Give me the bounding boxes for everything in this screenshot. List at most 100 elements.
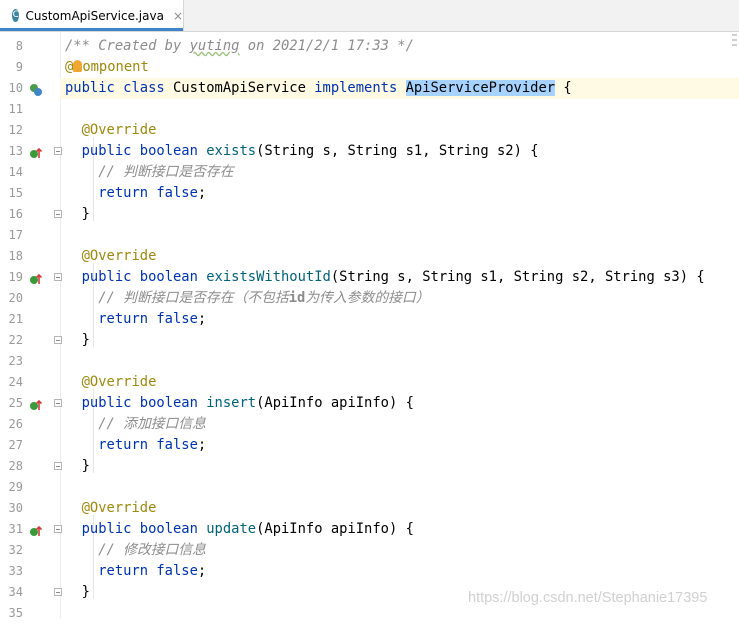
gutter-row: 21 bbox=[0, 309, 60, 330]
gutter-row: 18 bbox=[0, 246, 60, 267]
line-number[interactable]: 33 bbox=[0, 561, 23, 582]
line-number[interactable]: 13 bbox=[0, 141, 23, 162]
code-text: public boolean update(ApiInfo apiInfo) { bbox=[65, 519, 414, 540]
gutter-row: 12 bbox=[0, 120, 60, 141]
code-token: implements bbox=[314, 80, 406, 96]
gutter-row: 33 bbox=[0, 561, 60, 582]
code-line[interactable]: return false; bbox=[60, 309, 739, 330]
gutter-row: 26 bbox=[0, 414, 60, 435]
code-line[interactable]: @Override bbox=[60, 372, 739, 393]
code-line[interactable] bbox=[60, 99, 739, 120]
code-token: update bbox=[206, 521, 257, 537]
code-line[interactable]: /** Created by yuting on 2021/2/1 17:33 … bbox=[60, 36, 739, 57]
code-line[interactable]: public class CustomApiService implements… bbox=[60, 78, 739, 99]
code-line[interactable]: public boolean exists(String s, String s… bbox=[60, 141, 739, 162]
override-method-icon[interactable] bbox=[29, 271, 43, 285]
line-number[interactable]: 21 bbox=[0, 309, 23, 330]
editor-tab-customapiservice[interactable]: C CustomApiService.java × bbox=[0, 0, 184, 31]
line-number[interactable]: 12 bbox=[0, 120, 23, 141]
code-line[interactable] bbox=[60, 225, 739, 246]
gutter-row: 9 bbox=[0, 57, 60, 78]
code-line[interactable]: // 添加接口信息 bbox=[60, 414, 739, 435]
code-line[interactable]: return false; bbox=[60, 435, 739, 456]
code-line[interactable]: } bbox=[60, 204, 739, 225]
override-method-icon[interactable] bbox=[29, 145, 43, 159]
line-number[interactable]: 23 bbox=[0, 351, 23, 372]
lightbulb-icon[interactable] bbox=[73, 60, 83, 72]
code-token: (String s, String s1, String s2) { bbox=[256, 143, 539, 159]
line-number[interactable]: 15 bbox=[0, 183, 23, 204]
code-token: (String s, String s1, String s2, String … bbox=[330, 269, 705, 285]
code-line[interactable]: } bbox=[60, 330, 739, 351]
line-number[interactable]: 10 bbox=[0, 78, 23, 99]
line-number[interactable]: 8 bbox=[0, 36, 23, 57]
line-number[interactable]: 35 bbox=[0, 603, 23, 624]
line-number[interactable]: 26 bbox=[0, 414, 23, 435]
code-line[interactable] bbox=[60, 477, 739, 498]
class-impl-icon[interactable] bbox=[29, 82, 43, 96]
gutter-row: 15 bbox=[0, 183, 60, 204]
close-icon[interactable]: × bbox=[173, 9, 183, 23]
line-number[interactable]: 24 bbox=[0, 372, 23, 393]
code-line[interactable]: @Override bbox=[60, 246, 739, 267]
code-token: CustomApiService bbox=[172, 80, 315, 96]
line-number[interactable]: 29 bbox=[0, 477, 23, 498]
gutter-row: 19 bbox=[0, 267, 62, 288]
line-number[interactable]: 28 bbox=[0, 456, 23, 477]
code-token: id bbox=[288, 290, 306, 306]
code-token: insert bbox=[206, 395, 257, 411]
line-number[interactable]: 16 bbox=[0, 204, 23, 225]
code-line[interactable]: return false; bbox=[60, 183, 739, 204]
code-token: /** Created by bbox=[65, 38, 190, 54]
line-number[interactable]: 9 bbox=[0, 57, 23, 78]
code-text: // 判断接口是否存在（不包括id为传入参数的接口） bbox=[65, 288, 429, 309]
code-token: @Override bbox=[81, 248, 157, 264]
code-text: public boolean exists(String s, String s… bbox=[65, 141, 539, 162]
editor-tab-bar: C CustomApiService.java × bbox=[0, 0, 739, 32]
code-line[interactable]: // 判断接口是否存在（不包括id为传入参数的接口） bbox=[60, 288, 739, 309]
line-number[interactable]: 14 bbox=[0, 162, 23, 183]
code-text: // 修改接口信息 bbox=[65, 540, 206, 561]
gutter-row: 31 bbox=[0, 519, 62, 540]
line-number[interactable]: 32 bbox=[0, 540, 23, 561]
code-line[interactable]: } bbox=[60, 456, 739, 477]
code-line[interactable]: return false; bbox=[60, 561, 739, 582]
code-token: } bbox=[65, 332, 90, 348]
gutter-row: 28 bbox=[0, 456, 62, 477]
line-number[interactable]: 19 bbox=[0, 267, 23, 288]
code-line[interactable]: // 判断接口是否存在 bbox=[60, 162, 739, 183]
line-number[interactable]: 20 bbox=[0, 288, 23, 309]
code-text: return false; bbox=[65, 435, 206, 456]
line-number[interactable]: 34 bbox=[0, 582, 23, 603]
line-number[interactable]: 17 bbox=[0, 225, 23, 246]
line-number[interactable]: 18 bbox=[0, 246, 23, 267]
code-token: return false bbox=[98, 563, 198, 579]
code-token: existsWithoutId bbox=[206, 269, 331, 285]
gutter-row: 34 bbox=[0, 582, 62, 603]
code-line[interactable] bbox=[60, 351, 739, 372]
gutter-row: 14 bbox=[0, 162, 60, 183]
line-number[interactable]: 11 bbox=[0, 99, 23, 120]
code-token: public boolean bbox=[81, 521, 207, 537]
code-token: // 判断接口是否存在（不包括 bbox=[98, 290, 289, 306]
line-number[interactable]: 27 bbox=[0, 435, 23, 456]
code-line[interactable]: public boolean existsWithoutId(String s,… bbox=[60, 267, 739, 288]
line-number[interactable]: 31 bbox=[0, 519, 23, 540]
line-number[interactable]: 30 bbox=[0, 498, 23, 519]
line-number[interactable]: 25 bbox=[0, 393, 23, 414]
code-text: } bbox=[65, 330, 90, 351]
code-line[interactable] bbox=[60, 603, 739, 624]
override-method-icon[interactable] bbox=[29, 523, 43, 537]
line-number[interactable]: 22 bbox=[0, 330, 23, 351]
code-line[interactable]: @Override bbox=[60, 498, 739, 519]
code-line[interactable]: public boolean insert(ApiInfo apiInfo) { bbox=[60, 393, 739, 414]
code-token: // 修改接口信息 bbox=[98, 542, 206, 558]
code-line[interactable]: @Override bbox=[60, 120, 739, 141]
code-line[interactable]: public boolean update(ApiInfo apiInfo) { bbox=[60, 519, 739, 540]
code-editor[interactable]: /** Created by yuting on 2021/2/1 17:33 … bbox=[60, 32, 739, 618]
override-method-icon[interactable] bbox=[29, 397, 43, 411]
gutter-row: 17 bbox=[0, 225, 60, 246]
code-line[interactable]: @ omponent bbox=[60, 57, 739, 78]
code-line[interactable]: // 修改接口信息 bbox=[60, 540, 739, 561]
